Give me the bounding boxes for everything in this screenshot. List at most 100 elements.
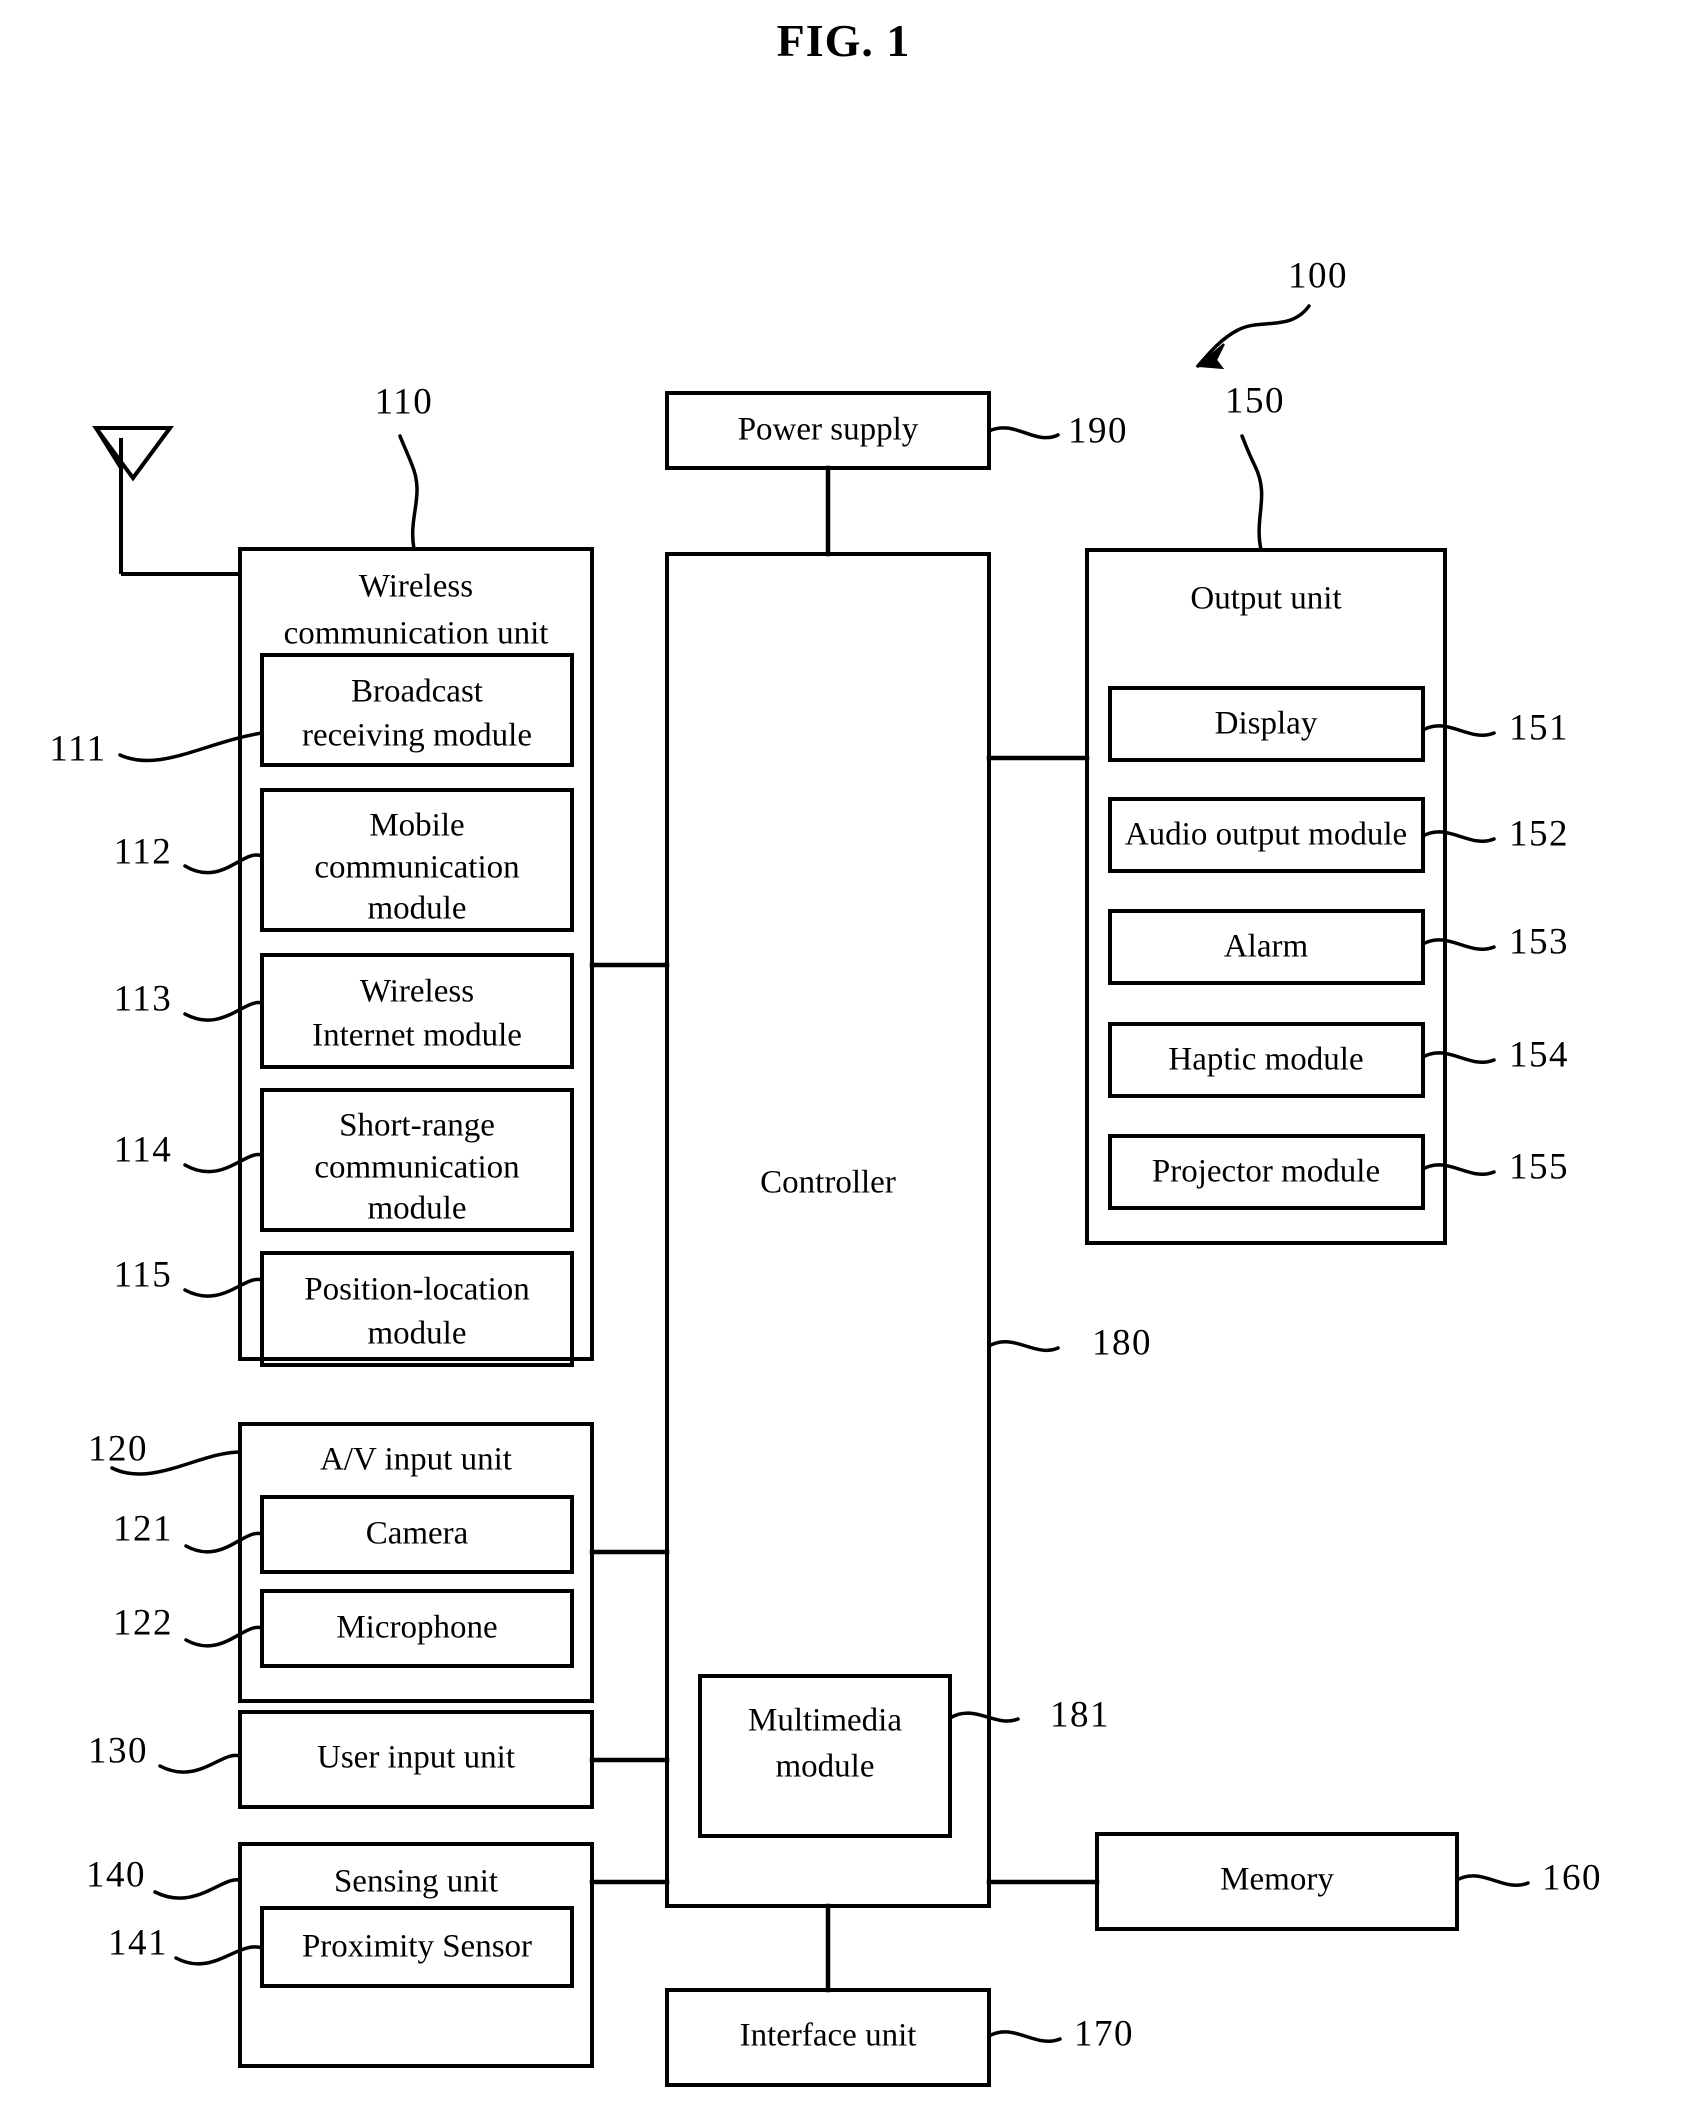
projector-module-block[interactable]: Projector module xyxy=(1108,1134,1425,1210)
power-supply-ref-callout: 190 xyxy=(987,410,1128,451)
wireless-unit-ref: 110 xyxy=(375,381,434,422)
antenna-icon xyxy=(92,426,240,576)
alarm-block[interactable]: Alarm xyxy=(1108,909,1425,985)
wireless-internet-ref: 113 xyxy=(114,978,173,1019)
position-location-leader xyxy=(183,1277,264,1298)
display-leader xyxy=(1421,724,1496,737)
wireless-internet-label-1: Wireless xyxy=(360,974,474,1010)
interface-unit-ref-callout: 170 xyxy=(987,2013,1133,2054)
user-input-unit-leader xyxy=(158,1753,242,1774)
display-ref: 151 xyxy=(1509,707,1569,748)
mobile-module-label-1: Mobile xyxy=(369,808,464,844)
output-unit-label: Output unit xyxy=(1190,581,1341,617)
mobile-module-leader xyxy=(183,853,264,875)
sensing-unit-label: Sensing unit xyxy=(334,1864,498,1900)
user-input-unit-block[interactable]: User input unit xyxy=(238,1710,594,1809)
wireless-unit-leader xyxy=(398,434,419,551)
output-unit-ref-callout: 150 xyxy=(1225,380,1285,552)
multimedia-ref-callout: 181 xyxy=(948,1694,1110,1735)
short-range-label-2: communication xyxy=(314,1150,519,1186)
multimedia-leader xyxy=(948,1711,1020,1723)
microphone-label: Microphone xyxy=(336,1610,497,1646)
mobile-module-ref: 112 xyxy=(114,831,173,872)
projector-leader xyxy=(1421,1163,1496,1176)
audio-output-leader xyxy=(1421,830,1496,843)
position-location-label-1: Position-location xyxy=(304,1272,530,1308)
mobile-communication-module-block[interactable]: Mobile communication module xyxy=(260,788,574,932)
audio-output-module-block[interactable]: Audio output module xyxy=(1108,797,1425,873)
multimedia-module-label-1: Multimedia xyxy=(748,1703,902,1739)
system-ref-arrowhead xyxy=(1195,343,1225,370)
mobile-module-label-3: module xyxy=(368,891,467,927)
interface-unit-label: Interface unit xyxy=(740,2018,917,2054)
broadcast-module-ref: 111 xyxy=(49,728,106,769)
wireless-unit-label-2: communication unit xyxy=(284,616,549,652)
short-range-label-3: module xyxy=(368,1191,467,1227)
alarm-leader xyxy=(1421,938,1496,951)
proximity-sensor-block[interactable]: Proximity Sensor xyxy=(260,1906,574,1988)
camera-label: Camera xyxy=(366,1516,469,1552)
short-range-module-block[interactable]: Short-range communication module xyxy=(260,1088,574,1232)
broadcast-module-label-1: Broadcast xyxy=(351,674,483,710)
output-unit-ref: 150 xyxy=(1225,380,1285,421)
user-input-unit-ref: 130 xyxy=(88,1730,148,1771)
wireless-internet-module-block[interactable]: Wireless Internet module xyxy=(260,953,574,1069)
multimedia-module-ref: 181 xyxy=(1050,1694,1110,1735)
microphone-block[interactable]: Microphone xyxy=(260,1589,574,1668)
user-input-unit-ref-callout: 130 xyxy=(88,1730,242,1774)
controller-label: Controller xyxy=(760,1165,896,1201)
interface-unit-block[interactable]: Interface unit xyxy=(665,1988,991,2087)
projector-module-ref: 155 xyxy=(1509,1146,1569,1187)
output-unit-box xyxy=(1085,548,1447,1245)
haptic-module-block[interactable]: Haptic module xyxy=(1108,1022,1425,1098)
controller-ref-callout: 180 xyxy=(987,1322,1152,1363)
mobile-module-label-2: communication xyxy=(314,850,519,886)
microphone-leader xyxy=(184,1625,264,1648)
output-unit-block[interactable]: Output unit xyxy=(1085,548,1447,1245)
memory-block[interactable]: Memory xyxy=(1095,1832,1459,1931)
av-input-unit-ref: 120 xyxy=(88,1428,148,1469)
haptic-module-ref: 154 xyxy=(1509,1034,1569,1075)
multimedia-module-block[interactable]: Multimedia module xyxy=(698,1674,952,1838)
position-location-label-2: module xyxy=(368,1316,467,1352)
audio-output-module-label: Audio output module xyxy=(1125,817,1407,853)
multimedia-module-label-2: module xyxy=(776,1749,875,1785)
microphone-ref: 122 xyxy=(113,1602,173,1643)
broadcast-receiving-module-block[interactable]: Broadcast receiving module xyxy=(260,653,574,767)
sensing-unit-ref: 140 xyxy=(86,1854,146,1895)
system-ref-callout: 100 xyxy=(1195,255,1347,370)
memory-label: Memory xyxy=(1220,1862,1334,1898)
audio-output-module-ref: 152 xyxy=(1509,813,1569,854)
short-range-leader xyxy=(183,1152,264,1174)
power-supply-leader xyxy=(987,426,1060,440)
wireless-unit-label-1: Wireless xyxy=(359,569,473,605)
block-diagram: 100 Power supply 190 Controller 180 Mult… xyxy=(49,255,1601,2087)
av-input-unit-label: A/V input unit xyxy=(320,1442,512,1478)
alarm-label: Alarm xyxy=(1224,929,1309,965)
av-input-unit-block[interactable]: A/V input unit xyxy=(238,1422,594,1703)
camera-leader xyxy=(184,1531,264,1554)
display-block[interactable]: Display xyxy=(1108,686,1425,762)
alarm-ref: 153 xyxy=(1509,921,1569,962)
wireless-internet-label-2: Internet module xyxy=(312,1018,522,1054)
display-label: Display xyxy=(1215,706,1318,742)
broadcast-module-label-2: receiving module xyxy=(302,718,532,754)
memory-ref-callout: 160 xyxy=(1455,1857,1601,1898)
wireless-internet-leader xyxy=(183,1000,264,1022)
haptic-module-label: Haptic module xyxy=(1168,1042,1363,1078)
position-location-ref: 115 xyxy=(114,1254,173,1295)
camera-ref: 121 xyxy=(113,1508,173,1549)
haptic-leader xyxy=(1421,1051,1496,1064)
power-supply-ref: 190 xyxy=(1068,410,1128,451)
output-unit-leader xyxy=(1240,434,1264,552)
camera-block[interactable]: Camera xyxy=(260,1495,574,1574)
controller-ref: 180 xyxy=(1092,1322,1152,1363)
antenna-triangle-left xyxy=(94,426,123,470)
position-location-module-block[interactable]: Position-location module xyxy=(260,1251,574,1367)
memory-leader xyxy=(1455,1874,1530,1887)
power-supply-block[interactable]: Power supply xyxy=(665,391,991,470)
proximity-sensor-leader xyxy=(174,1945,264,1966)
proximity-sensor-label: Proximity Sensor xyxy=(302,1929,532,1965)
short-range-ref: 114 xyxy=(114,1129,173,1170)
antenna-triangle-right xyxy=(92,426,174,482)
